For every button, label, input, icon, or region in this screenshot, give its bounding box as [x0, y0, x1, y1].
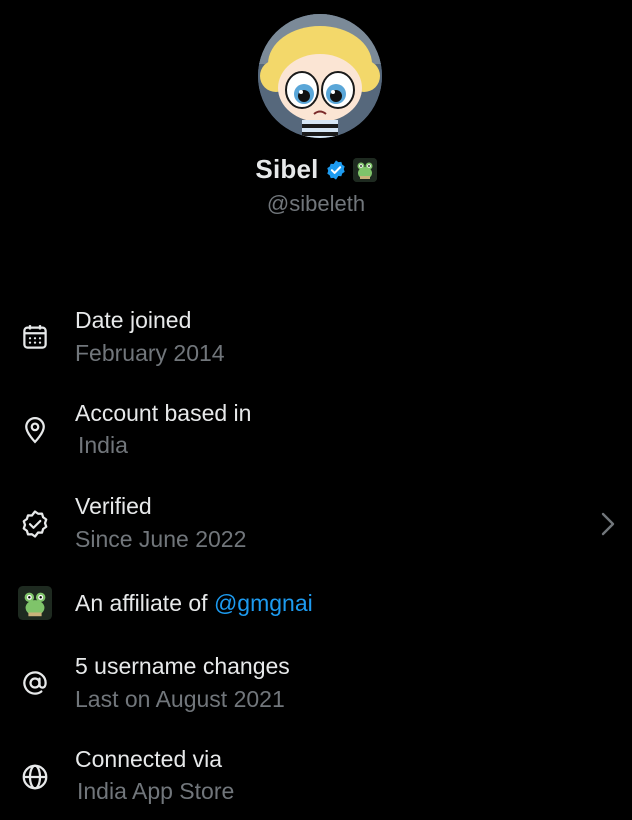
display-name: Sibel [255, 154, 319, 184]
globe-icon [18, 760, 52, 794]
connected-via-row: Connected via India App Store [0, 740, 632, 820]
at-sign-icon [18, 666, 52, 700]
verified-value: Since June 2022 [75, 526, 247, 552]
username-changes-title: 5 username changes [75, 653, 290, 679]
frog-badge-icon [18, 586, 52, 620]
verified-seal-icon [18, 507, 52, 541]
frog-badge-icon[interactable] [352, 157, 377, 182]
date-joined-title: Date joined [75, 307, 192, 333]
date-joined-value: February 2014 [75, 340, 225, 366]
location-pin-icon [18, 413, 52, 447]
username-changes-value: Last on August 2021 [75, 686, 285, 712]
verified-title: Verified [75, 493, 152, 519]
handle: @sibeleth [266, 191, 366, 216]
calendar-icon [18, 320, 52, 354]
affiliate-text: An affiliate of @gmgnai [75, 590, 313, 617]
avatar[interactable] [258, 14, 382, 138]
date-joined-row: Date joined February 2014 [0, 302, 632, 382]
affiliate-link[interactable]: @gmgnai [214, 590, 313, 616]
profile-name-row: Sibel [0, 154, 632, 185]
account-based-row: Account based in India [0, 394, 632, 474]
connected-via-title: Connected via [75, 746, 223, 772]
account-based-value: India [78, 432, 128, 458]
affiliate-prefix: An affiliate of [75, 590, 214, 616]
username-changes-row: 5 username changes Last on August 2021 [0, 647, 632, 727]
connected-via-value: India App Store [77, 778, 235, 804]
account-based-title: Account based in [75, 400, 252, 426]
verified-row[interactable]: Verified Since June 2022 [0, 487, 632, 567]
avatar-image [258, 14, 382, 138]
chevron-right-icon[interactable] [596, 509, 618, 539]
verified-check-icon[interactable] [325, 159, 347, 181]
